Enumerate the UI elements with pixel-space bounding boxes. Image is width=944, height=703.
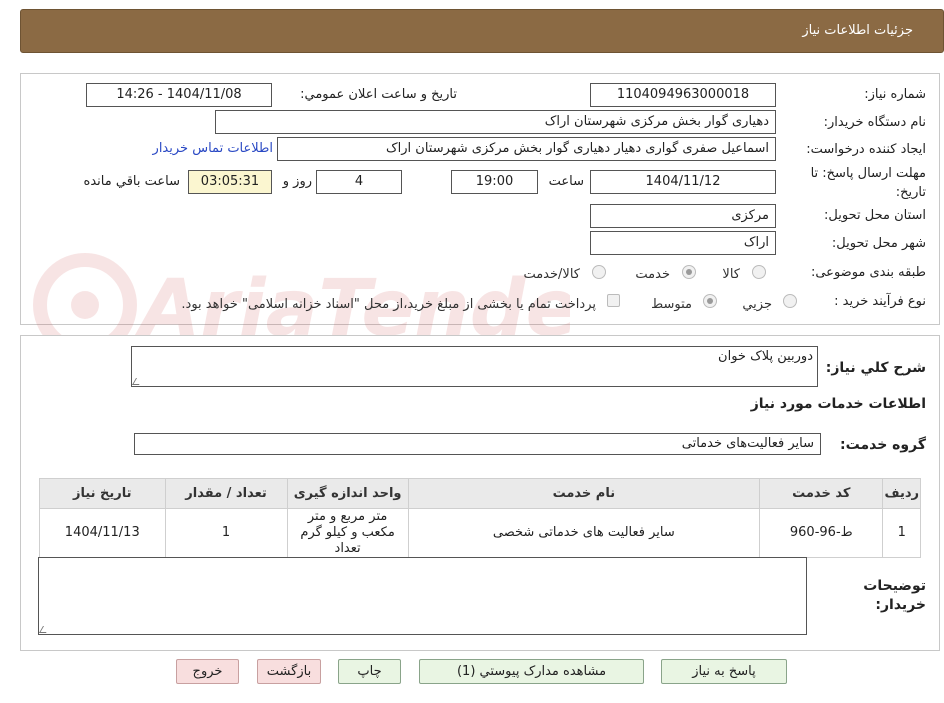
description-label: شرح کلي نیاز: xyxy=(825,360,926,376)
announce-date-label: تاریخ و ساعت اعلان عمومي: xyxy=(300,87,457,102)
days-label: روز و xyxy=(282,174,312,189)
purchase-medium-label: متوسط xyxy=(651,297,692,312)
buyer-org-label: نام دستگاه خریدار: xyxy=(823,115,926,130)
purchase-type-label: نوع فرآیند خرید : xyxy=(834,294,926,309)
category-service-label: خدمت xyxy=(635,267,670,282)
purchase-minor-radio[interactable] xyxy=(783,294,797,308)
deadline-label-date: تاریخ: xyxy=(895,185,926,200)
cell-quantity: 1 xyxy=(164,508,288,558)
buyer-notes-textarea[interactable] xyxy=(38,557,807,635)
col-need-date: تاریخ نیاز xyxy=(39,478,166,509)
remaining-time-field: 03:05:31 xyxy=(188,170,272,194)
requester-field: اسماعیل صفری گواری دهیار دهیاری گوار بخش… xyxy=(277,137,776,161)
category-label: طبقه بندی موضوعی: xyxy=(810,265,926,280)
deadline-label: مهلت ارسال پاسخ: تا xyxy=(810,166,926,181)
deadline-date-field: 1404/11/12 xyxy=(590,170,776,194)
col-service-name: نام خدمت xyxy=(407,478,761,509)
requester-label: ایجاد کننده درخواست: xyxy=(806,142,926,157)
page-header: جزئیات اطلاعات نیاز xyxy=(20,9,944,53)
buyer-notes-label: توضیحات xyxy=(863,578,926,594)
deadline-time-field: 19:00 xyxy=(451,170,538,194)
remaining-time-label: ساعت باقي مانده xyxy=(83,174,180,189)
back-button[interactable]: بازگشت xyxy=(257,659,321,684)
col-row: ردیف xyxy=(882,478,921,509)
table-header-row: ردیف کد خدمت نام خدمت واحد اندازه گیری ت… xyxy=(39,478,921,509)
category-service-radio[interactable] xyxy=(682,265,696,279)
services-table: ردیف کد خدمت نام خدمت واحد اندازه گیری ت… xyxy=(39,478,921,558)
category-goods-service-radio[interactable] xyxy=(592,265,606,279)
print-button[interactable]: چاپ xyxy=(338,659,401,684)
services-section-title: اطلاعات خدمات مورد نیاز xyxy=(750,396,926,412)
col-quantity: تعداد / مقدار xyxy=(164,478,288,509)
buyer-contact-link[interactable]: اطلاعات تماس خریدار xyxy=(153,141,273,156)
cell-row: 1 xyxy=(882,508,921,558)
description-textarea: دوربین پلاک خوان xyxy=(131,346,818,387)
resize-handle-icon[interactable] xyxy=(131,378,144,385)
buyer-org-field: دهیاری گوار بخش مرکزی شهرستان اراک xyxy=(215,110,776,134)
service-group-label: گروه خدمت: xyxy=(840,437,926,453)
city-field: اراک xyxy=(590,231,776,255)
need-number-label: شماره نیاز: xyxy=(864,87,926,102)
city-label: شهر محل تحویل: xyxy=(831,236,926,251)
service-group-field: سایر فعالیت‌های خدماتی xyxy=(134,433,821,455)
exit-button[interactable]: خروج xyxy=(176,659,239,684)
province-field: مرکزی xyxy=(590,204,776,228)
need-number-field: 1104094963000018 xyxy=(590,83,776,107)
description-text: دوربین پلاک خوان xyxy=(718,349,813,364)
category-goods-label: کالا xyxy=(722,267,740,282)
cell-service-code: ط-96-960 xyxy=(759,508,884,558)
view-attachments-button[interactable]: مشاهده مدارک پیوستي (1) xyxy=(419,659,644,684)
cell-unit: متر مربع و متر مکعب و کیلو گرم تعداد xyxy=(286,508,409,558)
category-goods-radio[interactable] xyxy=(752,265,766,279)
province-label: استان محل تحویل: xyxy=(824,208,926,223)
cell-service-name: سایر فعالیت های خدماتی شخصی xyxy=(407,508,761,558)
page-title: جزئیات اطلاعات نیاز xyxy=(802,23,913,38)
payment-note: پرداخت تمام یا بخشی از مبلغ خرید،از محل … xyxy=(181,297,596,312)
category-goods-service-label: کالا/خدمت xyxy=(523,267,580,282)
announce-date-field: 1404/11/08 - 14:26 xyxy=(86,83,272,107)
treasury-bond-checkbox[interactable] xyxy=(607,294,620,307)
deadline-time-label: ساعت xyxy=(548,174,584,189)
purchase-medium-radio[interactable] xyxy=(703,294,717,308)
purchase-minor-label: جزیي xyxy=(742,297,772,312)
table-row: 1 ط-96-960 سایر فعالیت های خدماتی شخصی م… xyxy=(39,508,921,558)
col-service-code: کد خدمت xyxy=(759,478,884,509)
reply-button[interactable]: پاسخ به نیاز xyxy=(661,659,787,684)
cell-need-date: 1404/11/13 xyxy=(39,508,166,558)
buyer-notes-label-2: خریدار: xyxy=(875,597,926,613)
resize-handle-icon[interactable] xyxy=(38,626,51,633)
col-unit: واحد اندازه گیری xyxy=(286,478,409,509)
days-remaining-field: 4 xyxy=(316,170,402,194)
